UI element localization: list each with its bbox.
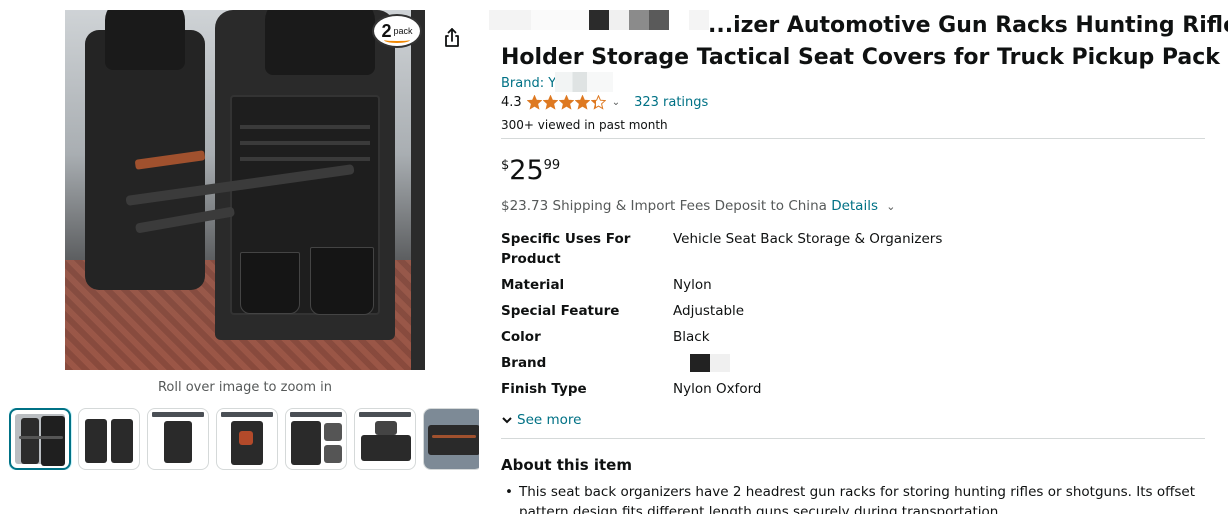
title-redacted-area: [489, 10, 729, 32]
chevron-down-icon: [502, 417, 512, 424]
about-this-item-heading: About this item: [501, 456, 632, 474]
thumbnail-1[interactable]: [9, 408, 71, 470]
star-icon: [558, 95, 574, 110]
seat-organizer: [230, 95, 380, 315]
spec-row: Finish Type Nylon Oxford: [501, 379, 1201, 399]
right-headrest: [265, 10, 375, 75]
price-fraction: 99: [543, 158, 561, 173]
zoom-caption: Roll over image to zoom in: [157, 380, 333, 395]
spec-key: Material: [501, 277, 565, 293]
product-title-line-1: ...izer Automotive Gun Racks Hunting Rif…: [708, 13, 1228, 38]
spec-key: Brand: [501, 355, 547, 371]
thumbnail-2[interactable]: [78, 408, 140, 470]
chevron-down-icon[interactable]: ⌄: [612, 97, 620, 108]
rating-value: 4.3: [501, 95, 522, 110]
brand-value-redacted: [690, 354, 730, 372]
thumbnail-strip: [9, 408, 479, 470]
left-headrest: [105, 10, 185, 70]
spec-key: Special Feature: [501, 303, 620, 319]
brand-link[interactable]: Brand: Y: [501, 76, 556, 91]
spec-key: Color: [501, 329, 541, 345]
spec-row: Material Nylon: [501, 275, 1201, 295]
star-icon: [590, 95, 606, 110]
ratings-count-link[interactable]: 323 ratings: [634, 95, 708, 110]
thumbnail-4[interactable]: [216, 408, 278, 470]
spec-row: Brand: [501, 353, 1201, 373]
spec-value: Vehicle Seat Back Storage & Organizers: [673, 231, 943, 247]
shipping-details-link[interactable]: Details: [831, 198, 878, 214]
thumbnail-7[interactable]: [423, 408, 479, 470]
star-icon: [574, 95, 590, 110]
star-icon: [526, 95, 542, 110]
divider: [501, 138, 1205, 139]
viewed-count: 300+ viewed in past month: [501, 118, 668, 132]
thumbnail-3[interactable]: [147, 408, 209, 470]
spec-row: Special Feature Adjustable: [501, 301, 1201, 321]
thumbnail-5[interactable]: [285, 408, 347, 470]
see-more-button[interactable]: See more: [501, 412, 581, 428]
spec-value: Nylon Oxford: [673, 381, 762, 397]
price-whole: 25: [509, 155, 544, 186]
spec-value: Black: [673, 329, 710, 345]
main-product-image[interactable]: [65, 10, 425, 370]
chevron-down-icon[interactable]: ⌄: [886, 200, 895, 213]
pack-badge-word: pack: [393, 26, 413, 36]
star-rating[interactable]: [526, 95, 606, 110]
shipping-text: $23.73 Shipping & Import Fees Deposit to…: [501, 198, 832, 214]
price: $ 25 99: [501, 156, 560, 186]
price-symbol: $: [501, 158, 510, 173]
rating-row: 4.3 ⌄ 323 ratings: [501, 95, 708, 110]
shipping-info: $23.73 Shipping & Import Fees Deposit to…: [501, 198, 896, 214]
share-icon[interactable]: [440, 26, 464, 50]
spec-value: Nylon: [673, 277, 712, 293]
pillar: [411, 10, 425, 370]
spec-row: Color Black: [501, 327, 1201, 347]
see-more-label: See more: [517, 412, 582, 428]
thumbnail-6[interactable]: [354, 408, 416, 470]
spec-value: Adjustable: [673, 303, 745, 319]
pack-badge: 2 pack: [372, 14, 422, 48]
smile-arrow-icon: [384, 37, 410, 43]
divider: [501, 438, 1205, 439]
spec-row: Specific Uses For Product Vehicle Seat B…: [501, 229, 1201, 269]
spec-value: [673, 353, 1201, 373]
spec-key: Specific Uses For Product: [501, 231, 631, 267]
bullet-icon: •: [505, 484, 513, 500]
brand-redacted-area: [555, 72, 613, 92]
about-bullet: This seat back organizers have 2 headres…: [519, 484, 1196, 514]
product-title-line-2: Holder Storage Tactical Seat Covers for …: [501, 45, 1228, 70]
star-icon: [542, 95, 558, 110]
spec-key: Finish Type: [501, 381, 587, 397]
product-specs-table: Specific Uses For Product Vehicle Seat B…: [501, 229, 1201, 405]
